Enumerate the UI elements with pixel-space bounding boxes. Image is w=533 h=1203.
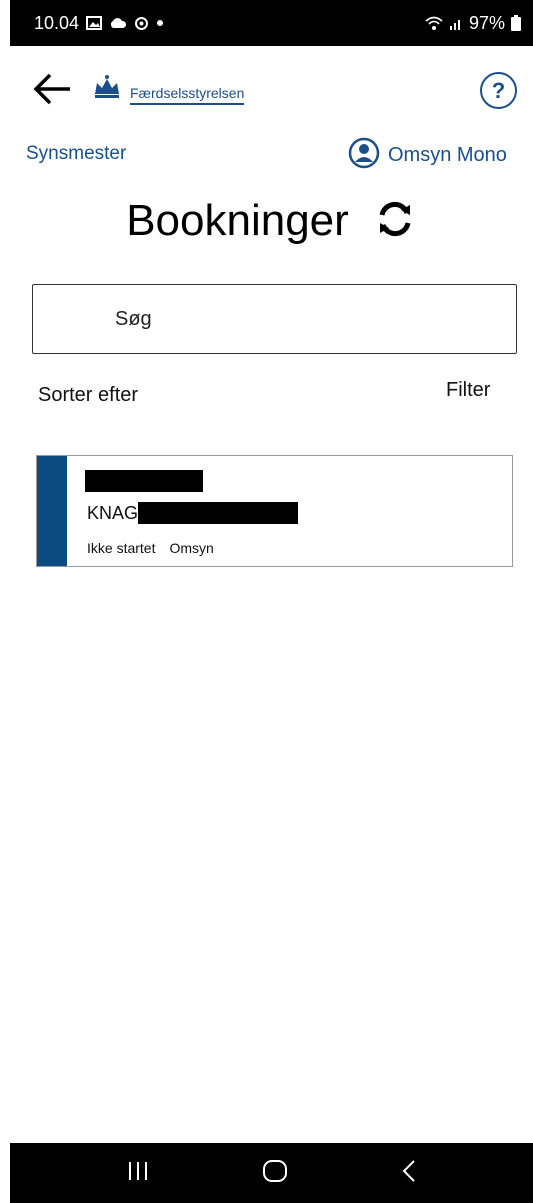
crown-icon [92, 74, 122, 105]
notification-dot-icon [156, 19, 164, 27]
booking-status: Ikke startet [87, 540, 156, 556]
home-icon[interactable] [262, 1159, 288, 1188]
wifi-icon [425, 16, 443, 31]
search-input[interactable] [115, 307, 516, 331]
filter-button[interactable]: Filter [446, 379, 490, 402]
page-title: Bookninger [126, 196, 349, 245]
role-link[interactable]: Synsmester [26, 143, 126, 165]
status-bar: 10.04 97% [10, 0, 533, 46]
redacted-name [85, 470, 203, 492]
redacted-plate [138, 502, 299, 524]
search-field[interactable] [32, 284, 517, 354]
back-arrow-icon[interactable] [32, 72, 72, 106]
status-time: 10.04 [34, 12, 80, 33]
title-row: Bookninger [10, 196, 533, 246]
plate-row: KNAG [87, 502, 299, 524]
cloud-icon [109, 17, 127, 29]
card-accent-bar [37, 456, 67, 566]
user-avatar-icon [348, 137, 380, 174]
battery-icon [511, 15, 521, 31]
booking-type: Omsyn [169, 540, 214, 556]
brand-logo[interactable]: Færdselsstyrelsen [92, 74, 245, 105]
sort-button[interactable]: Sorter efter [38, 384, 138, 407]
user-profile[interactable]: Omsyn Mono [348, 137, 507, 174]
help-button[interactable]: ? [480, 72, 517, 109]
sync-icon [134, 16, 149, 31]
question-icon: ? [491, 77, 506, 103]
gallery-icon [86, 16, 103, 30]
app-screen: 10.04 97% Færdselsstyrelsen ? Synsmester… [10, 0, 533, 1203]
booking-card[interactable]: KNAG Ikke startet Omsyn [36, 455, 513, 567]
brand-label: Færdselsstyrelsen [130, 85, 245, 105]
signal-icon [449, 16, 463, 30]
card-tags: Ikke startet Omsyn [87, 540, 214, 556]
plate-prefix: KNAG [87, 502, 139, 523]
battery-percent: 97% [468, 12, 505, 33]
user-name: Omsyn Mono [388, 144, 507, 166]
system-nav-bar [10, 1143, 533, 1203]
recent-apps-icon[interactable] [126, 1160, 150, 1187]
back-icon[interactable] [401, 1159, 417, 1188]
refresh-icon[interactable] [373, 197, 417, 246]
